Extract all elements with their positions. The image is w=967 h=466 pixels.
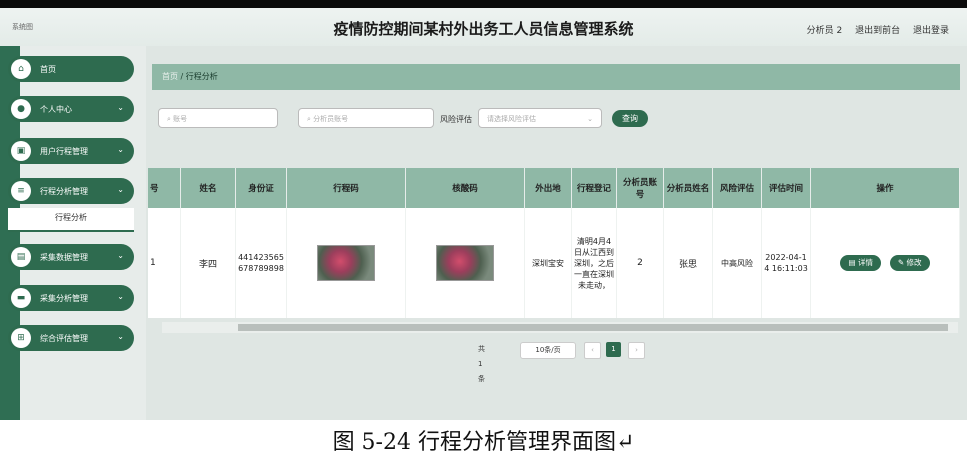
pencil-icon: ✎ — [897, 258, 907, 267]
sidebar-item-assessment[interactable]: ⊞ 综合评估管理 ⌄ — [8, 325, 134, 351]
query-button[interactable]: 查询 — [612, 110, 648, 127]
chevron-down-icon: ⌄ — [117, 332, 124, 341]
scrollbar-thumb[interactable] — [238, 324, 948, 331]
cell-record: 清明4月4日从江西到深圳，之后一直在深圳未走动， — [571, 208, 617, 318]
sidebar-subitem-trip-analysis[interactable]: 行程分析 — [8, 208, 134, 232]
chevron-down-icon: ⌄ — [117, 251, 124, 260]
sidebar-item-user-trips[interactable]: ▣ 用户行程管理 ⌄ — [8, 138, 134, 164]
prev-page-button[interactable]: ‹ — [584, 342, 601, 359]
col-nucleic-code[interactable]: 核酸码 — [405, 168, 525, 208]
sidebar-item-label: 采集分析管理 — [40, 294, 88, 303]
cell-place: 深圳宝安 — [524, 208, 572, 318]
col-place[interactable]: 外出地 — [524, 168, 572, 208]
trip-analysis-table: 号 姓名 身份证 行程码 核酸码 外出地 行程登记 分析员账号 分析员姓名 风险… — [148, 168, 960, 318]
folder-icon: ▬ — [11, 288, 31, 308]
risk-placeholder: 请选择风险评估 — [487, 115, 536, 123]
cell-risk: 中高风险 — [712, 208, 762, 318]
col-name[interactable]: 姓名 — [180, 168, 236, 208]
clipboard-icon: ▣ — [11, 141, 31, 161]
nucleic-code-image[interactable] — [436, 245, 494, 281]
cell-actions: ▤ 详情 ✎ 修改 — [810, 208, 960, 318]
edit-label: 修改 — [906, 258, 922, 267]
col-analyst-account[interactable]: 分析员账号 — [616, 168, 664, 208]
risk-select[interactable]: 请选择风险评估 ⌄ — [478, 108, 602, 128]
user-icon: ● — [11, 99, 31, 119]
header: 系统图 疫情防控期间某村外出务工人员信息管理系统 分析员 2 退出到前台 退出登… — [0, 8, 967, 46]
detail-button[interactable]: ▤ 详情 — [840, 255, 881, 271]
grid-icon: ⊞ — [11, 328, 31, 348]
col-record[interactable]: 行程登记 — [571, 168, 617, 208]
page-number[interactable]: 1 — [606, 342, 621, 357]
cell-nucleic-code — [405, 208, 525, 318]
chevron-down-icon: ⌄ — [117, 292, 124, 301]
pagination-total: 共 1 条 — [478, 345, 485, 383]
cell-id: 441423565678789898 — [235, 208, 287, 318]
top-bar — [0, 0, 967, 8]
edit-button[interactable]: ✎ 修改 — [889, 255, 930, 271]
chevron-down-icon: ⌄ — [117, 185, 124, 194]
col-time[interactable]: 评估时间 — [761, 168, 811, 208]
detail-label: 详情 — [857, 258, 873, 267]
col-trip-code[interactable]: 行程码 — [286, 168, 406, 208]
current-user: 分析员 2 — [806, 26, 843, 36]
logout-link[interactable]: 退出登录 — [913, 26, 949, 36]
figure-caption: 图 5-24 行程分析管理界面图↵ — [332, 430, 635, 455]
breadcrumb-current: 行程分析 — [185, 72, 218, 81]
main-content: 首页 / 行程分析 ⌕ 账号 ⌕ 分析员账号 风险评估 请选择风险评估 ⌄ 查询… — [148, 46, 960, 420]
chevron-down-icon: ⌄ — [117, 145, 124, 154]
list-icon: ≡ — [11, 181, 31, 201]
account-search-input[interactable]: ⌕ 账号 — [158, 108, 278, 128]
sidebar-item-label: 采集数据管理 — [40, 253, 88, 262]
breadcrumb: 首页 / 行程分析 — [152, 64, 960, 90]
front-link[interactable]: 退出到前台 — [855, 26, 900, 36]
sidebar-item-trip-analysis[interactable]: ≡ 行程分析管理 ⌄ — [8, 178, 134, 204]
chevron-down-icon: ⌄ — [117, 103, 124, 112]
risk-filter-label: 风险评估 — [440, 115, 472, 124]
col-id[interactable]: 身份证 — [235, 168, 287, 208]
document-icon: ▤ — [11, 247, 31, 267]
document-icon: ▤ — [848, 258, 858, 267]
home-icon: ⌂ — [11, 59, 31, 79]
col-analyst-name[interactable]: 分析员姓名 — [663, 168, 713, 208]
cell-name: 李四 — [180, 208, 236, 318]
analyst-placeholder: 分析员账号 — [313, 115, 349, 123]
sidebar-item-profile[interactable]: ● 个人中心 ⌄ — [8, 96, 134, 122]
breadcrumb-separator: / — [180, 72, 184, 81]
cell-time: 2022-04-14 16:11:03 — [761, 208, 811, 318]
sidebar-item-home[interactable]: ⌂ 首页 — [8, 56, 134, 82]
next-page-button[interactable]: › — [628, 342, 645, 359]
col-actions: 操作 — [810, 168, 960, 208]
col-risk[interactable]: 风险评估 — [712, 168, 762, 208]
col-no[interactable]: 号 — [148, 168, 181, 208]
sidebar-item-label: 综合评估管理 — [40, 334, 88, 343]
sidebar-item-label: 首页 — [40, 65, 56, 74]
trip-code-image[interactable] — [317, 245, 375, 281]
page-size-select[interactable]: 10条/页 — [520, 342, 576, 359]
cell-no: 1 — [148, 208, 181, 318]
cell-analyst-name: 张思 — [663, 208, 713, 318]
cell-analyst-account: 2 — [616, 208, 664, 318]
app-window: 系统图 疫情防控期间某村外出务工人员信息管理系统 分析员 2 退出到前台 退出登… — [0, 0, 967, 420]
chevron-down-icon: ⌄ — [587, 115, 593, 123]
sidebar-item-label: 行程分析管理 — [40, 187, 88, 196]
header-actions: 分析员 2 退出到前台 退出登录 — [797, 23, 949, 36]
sidebar-item-label: 用户行程管理 — [40, 147, 88, 156]
horizontal-scrollbar[interactable] — [162, 322, 958, 333]
cell-trip-code — [286, 208, 406, 318]
breadcrumb-home[interactable]: 首页 — [162, 72, 178, 81]
analyst-search-input[interactable]: ⌕ 分析员账号 — [298, 108, 434, 128]
table-row: 1 李四 441423565678789898 深圳宝安 清明4月4日从江西到深… — [148, 208, 960, 318]
sidebar-item-collect-analysis[interactable]: ▬ 采集分析管理 ⌄ — [8, 285, 134, 311]
table-header-row: 号 姓名 身份证 行程码 核酸码 外出地 行程登记 分析员账号 分析员姓名 风险… — [148, 168, 960, 208]
sidebar-item-label: 个人中心 — [40, 105, 72, 114]
sidebar-item-collect-data[interactable]: ▤ 采集数据管理 ⌄ — [8, 244, 134, 270]
account-placeholder: 账号 — [173, 115, 188, 123]
